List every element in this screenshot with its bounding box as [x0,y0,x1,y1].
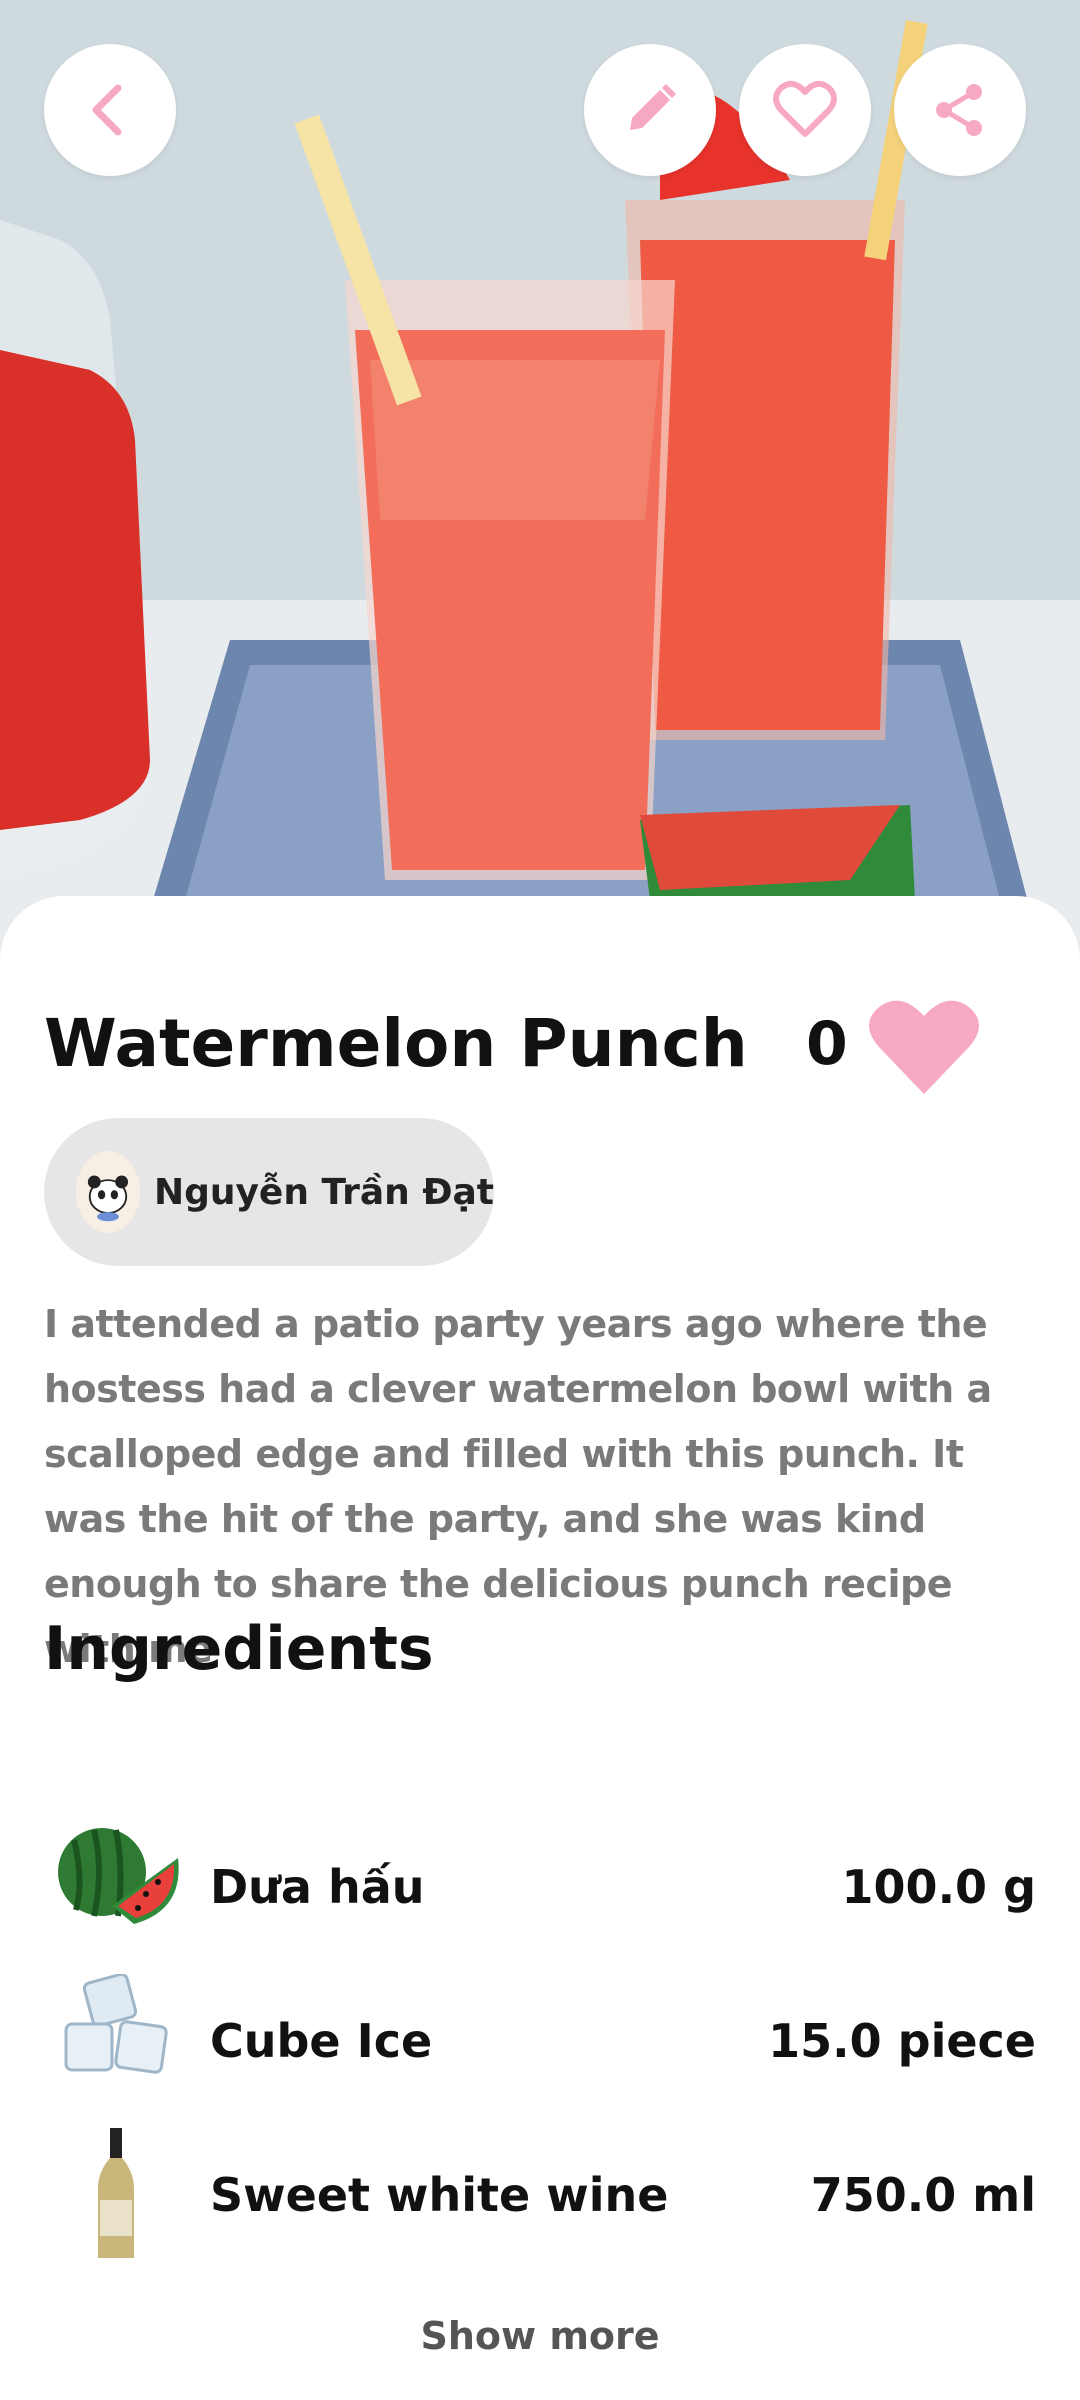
ice-cube-image [54,1972,184,2114]
show-more-button[interactable]: Show more [0,2314,1080,2358]
list-item: Sweet white wine 750.0 ml [44,2128,1036,2278]
chevron-left-icon [92,84,122,136]
avatar [76,1151,140,1233]
ingredient-name: Dưa hấu [210,1860,425,1914]
ingredient-quantity: 750.0 ml [810,2168,1036,2222]
author-chip[interactable]: Nguyễn Trần Đạt [44,1118,494,1266]
recipe-detail-sheet: Watermelon Punch 0 Nguyễn Trần Đạt I att… [0,896,1080,2400]
like-count: 0 [806,1009,848,1079]
ingredient-name: Sweet white wine [210,2168,669,2222]
back-button[interactable] [44,44,176,176]
wine-bottle-image [54,2128,184,2268]
watermelon-image [54,1820,184,1960]
list-item: Cube Ice 15.0 piece [44,1972,1036,2124]
edit-button[interactable] [584,44,716,176]
ingredients-heading: Ingredients [44,1614,434,1684]
share-icon [936,84,982,136]
ingredient-quantity: 100.0 g [841,1860,1036,1914]
share-button[interactable] [894,44,1026,176]
list-item: Dưa hấu 100.0 g [44,1820,1036,1970]
author-name: Nguyễn Trần Đạt [153,1171,494,1213]
heart-outline-icon [773,80,837,137]
like-button[interactable] [866,994,982,1102]
favorite-button[interactable] [739,44,871,176]
ingredient-quantity: 15.0 piece [768,2014,1036,2068]
recipe-title: Watermelon Punch [44,1005,748,1082]
pencil-icon [630,84,676,130]
title-row: Watermelon Punch 0 [44,994,1036,1104]
recipe-hero-image [0,0,1080,960]
ingredient-name: Cube Ice [210,2014,433,2068]
heart-filled-icon [869,1000,979,1094]
